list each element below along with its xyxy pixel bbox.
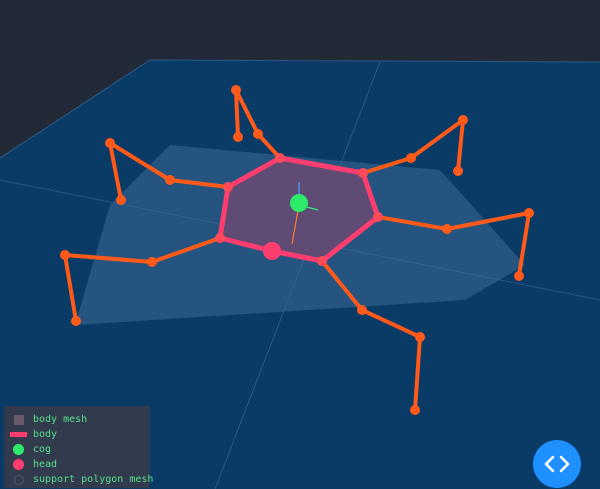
legend-swatch-cog: [10, 444, 27, 455]
legend-item-head[interactable]: head: [10, 457, 57, 472]
cog-marker: [290, 194, 308, 212]
legend-item-support[interactable]: support polygon mesh: [10, 472, 153, 487]
legend-swatch-support: [10, 474, 27, 485]
legend-label: body: [33, 429, 58, 440]
legend-item-cog[interactable]: cog: [10, 442, 51, 457]
legend-swatch-head: [10, 459, 27, 470]
legend-swatch-mesh: [10, 414, 27, 425]
legend-label: head: [33, 459, 58, 470]
legend-label: cog: [33, 444, 52, 455]
legend: body mesh body cog head support polygon mesh: [4, 406, 153, 488]
legend-item-mesh[interactable]: body mesh: [10, 412, 87, 427]
legend-item-body[interactable]: body: [10, 427, 57, 442]
code-button[interactable]: [533, 440, 581, 488]
legend-label: body mesh: [33, 414, 88, 425]
legend-swatch-body: [10, 429, 27, 440]
code-brackets-icon: [544, 455, 570, 473]
head-marker: [263, 242, 281, 260]
legend-label: support polygon mesh: [33, 474, 154, 485]
